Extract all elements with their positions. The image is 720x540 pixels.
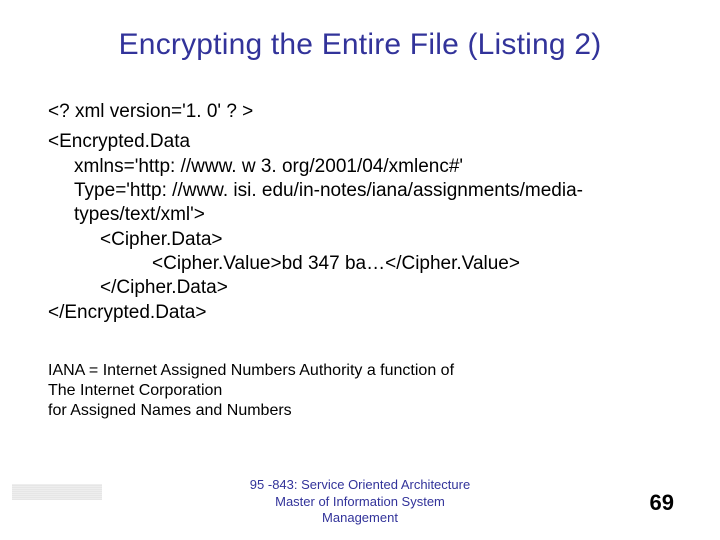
footer-logo bbox=[12, 484, 102, 500]
footer-course: 95 -843: Service Oriented Architecture bbox=[0, 477, 720, 493]
footnote: IANA = Internet Assigned Numbers Authori… bbox=[48, 361, 672, 421]
footnote-line: for Assigned Names and Numbers bbox=[48, 401, 672, 421]
code-line: <Cipher.Value>bd 347 ba…</Cipher.Value> bbox=[48, 252, 672, 276]
footnote-line: The Internet Corporation bbox=[48, 381, 672, 401]
code-line: <Cipher.Data> bbox=[48, 228, 672, 252]
code-line: Type='http: //www. isi. edu/in-notes/ian… bbox=[48, 179, 672, 228]
page-number: 69 bbox=[650, 490, 674, 516]
slide: Encrypting the Entire File (Listing 2) <… bbox=[0, 0, 720, 540]
footnote-line: IANA = Internet Assigned Numbers Authori… bbox=[48, 361, 672, 381]
code-line: xmlns='http: //www. w 3. org/2001/04/xml… bbox=[48, 155, 672, 179]
code-line: </Cipher.Data> bbox=[48, 276, 672, 300]
footer-program: Master of Information System bbox=[0, 494, 720, 510]
code-line: <? xml version='1. 0' ? > bbox=[48, 100, 672, 124]
slide-footer: 95 -843: Service Oriented Architecture M… bbox=[0, 477, 720, 526]
footer-text: 95 -843: Service Oriented Architecture M… bbox=[0, 477, 720, 526]
code-listing: <? xml version='1. 0' ? > <Encrypted.Dat… bbox=[48, 100, 672, 325]
slide-title: Encrypting the Entire File (Listing 2) bbox=[48, 28, 672, 62]
code-line: <Encrypted.Data bbox=[48, 130, 672, 154]
code-line: </Encrypted.Data> bbox=[48, 301, 672, 325]
footer-program: Management bbox=[0, 510, 720, 526]
